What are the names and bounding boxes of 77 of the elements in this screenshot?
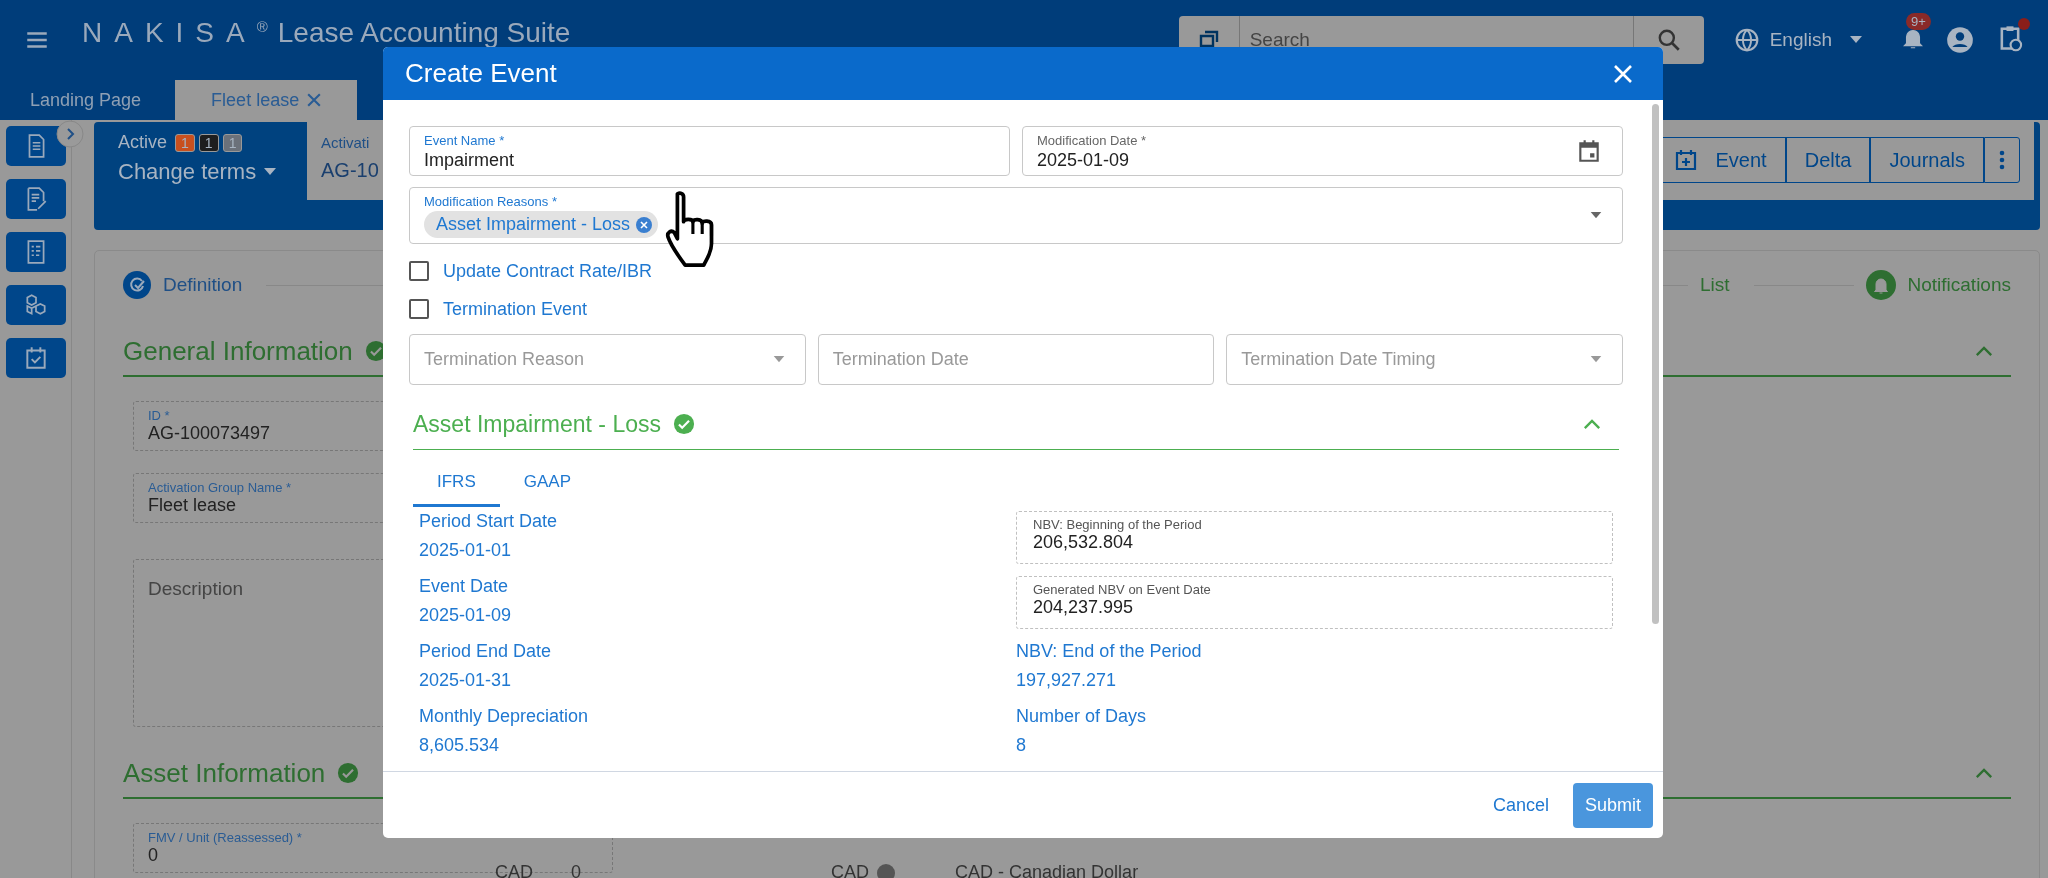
boxes-icon [23,292,49,318]
field-label: Activati [321,134,370,151]
collapse-chevron-icon[interactable] [1583,418,1601,430]
field-value: 2025-01-01 [419,540,513,561]
sidebar-button[interactable] [6,179,66,219]
step-label[interactable]: List [1699,274,1730,296]
sidebar-button[interactable] [6,285,66,325]
section-title: General Information [123,335,353,367]
cell-value: CAD - Canadian Dollar [955,862,1139,878]
calendar-icon[interactable] [1576,138,1602,164]
field-value: 2025-01-09 [419,605,513,626]
step-icon [123,271,151,299]
field-value: 197,927.271 [1016,670,1118,691]
currency-label: CAD [831,862,870,878]
caret-icon[interactable] [1850,36,1862,44]
readonly-field: NBV: Beginning of the Period 206,532.804 [1016,511,1613,564]
field-label: Number of Days [1016,706,1148,727]
modification-date-field[interactable]: Modification Date * 2025-01-09 [1022,126,1623,176]
more-button[interactable] [1984,137,2020,183]
app-logo: NAKISA$^{®}$ [82,17,268,49]
calendar-plus-icon [1673,148,1698,172]
dialog-title: Create Event [405,58,557,89]
section-title: Asset Information [123,757,326,789]
user-icon[interactable] [1946,26,1974,54]
sidebar-button[interactable] [6,126,66,166]
field-label: NBV: End of the Period [1016,641,1203,662]
caret-icon[interactable] [1590,212,1602,219]
readonly-field: Generated NBV on Event Date 204,237.995 [1016,576,1613,629]
page-tab[interactable]: Fleet lease [175,80,358,120]
collapse-chevron-icon[interactable] [1975,345,1993,357]
toolbar-button[interactable]: Journals [1870,137,1984,183]
page-tab[interactable]: Landing Page [8,80,164,120]
caret-icon[interactable] [1590,356,1602,363]
step-label[interactable]: Definition [163,274,243,296]
caret-icon [264,168,277,176]
step-label[interactable]: Notifications [1907,274,2011,296]
event-name-field[interactable]: Event Name * Impairment [409,126,1010,176]
field-value: 2025-01-31 [419,670,513,691]
bell-step-icon [1865,270,1896,300]
field-value: AG-10 [321,159,379,182]
close-icon[interactable] [307,93,322,107]
checkbox[interactable] [409,261,429,281]
standard-tab[interactable]: IFRS [413,464,500,507]
field-label: Event Date [419,576,510,597]
sidebar-button[interactable] [6,232,66,272]
status-label: Active [118,132,168,153]
expand-button[interactable] [56,120,84,148]
field-label: Period End Date [419,641,553,662]
toolbar-button[interactable]: Delta [1785,137,1871,183]
checkbox-label[interactable]: Termination Event [443,298,588,320]
field-label: Monthly Depreciation [419,706,590,727]
scrollbar[interactable] [1652,104,1659,624]
collapse-chevron-icon[interactable] [1975,767,1993,779]
checkbox-label[interactable]: Update Contract Rate/IBR [443,260,653,282]
cancel-button[interactable]: Cancel [1484,784,1557,826]
field-value: 8 [1016,735,1027,756]
globe-icon[interactable] [1733,27,1760,53]
count-badge: 1 [222,133,243,152]
date-field[interactable]: Termination Date [817,334,1215,385]
more-vertical-icon [1999,150,2005,170]
info-icon [877,863,896,878]
calendar-check-icon [23,345,49,371]
count-badge: 1 [198,133,219,152]
action-dropdown[interactable]: Change terms [118,159,307,185]
app-title: Lease Accounting Suite [277,17,571,49]
dropdown-field[interactable]: Termination Date Timing [1226,334,1623,385]
field-value: 8,605.534 [419,735,501,756]
dropdown-field[interactable]: Termination Reason [409,334,806,385]
reason-chip: Asset Impairment - Loss [424,211,659,238]
count-badge: 1 [175,133,195,152]
language-selector[interactable]: English [1769,29,1832,51]
submit-button[interactable]: Submit [1572,782,1653,828]
checkbox[interactable] [409,299,429,319]
notification-badge: 9+ [1906,13,1931,30]
sidebar-button[interactable] [6,338,66,378]
caret-icon[interactable] [772,356,785,363]
chip-remove-icon[interactable] [636,216,653,233]
